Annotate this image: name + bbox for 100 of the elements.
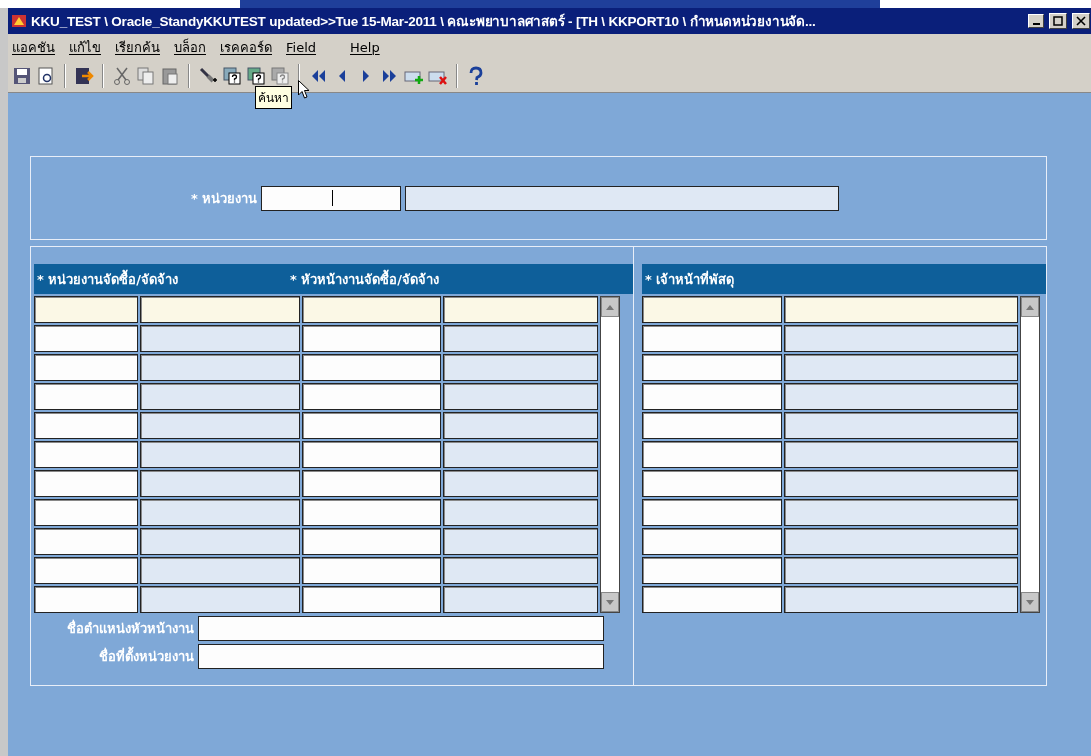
selected-record-row[interactable] <box>642 296 1018 323</box>
print-preview-icon[interactable] <box>36 66 56 86</box>
record-row[interactable] <box>34 412 598 439</box>
execute-query-icon[interactable] <box>246 66 266 86</box>
description-field[interactable] <box>140 412 300 439</box>
record-row[interactable] <box>642 412 1018 439</box>
description-field[interactable] <box>443 586 598 613</box>
maximize-button[interactable] <box>1049 13 1067 29</box>
menu-item[interactable]: เรคคอร์ด <box>220 36 272 58</box>
record-row[interactable] <box>642 325 1018 352</box>
code-field[interactable] <box>642 499 782 526</box>
selected-record-row[interactable] <box>34 296 598 323</box>
description-field[interactable] <box>140 296 300 323</box>
record-row[interactable] <box>34 557 598 584</box>
code-field[interactable] <box>642 441 782 468</box>
scroll-up-button[interactable] <box>1021 297 1039 317</box>
record-row[interactable] <box>642 586 1018 613</box>
code-field[interactable] <box>34 499 138 526</box>
code-field[interactable] <box>34 412 138 439</box>
record-row[interactable] <box>642 470 1018 497</box>
query-icon[interactable] <box>222 66 242 86</box>
unit-name-field[interactable] <box>405 185 840 211</box>
description-field[interactable] <box>443 470 598 497</box>
description-field[interactable] <box>784 499 1018 526</box>
code-field[interactable] <box>642 470 782 497</box>
description-field[interactable] <box>140 528 300 555</box>
code-field[interactable] <box>34 296 138 323</box>
record-row[interactable] <box>34 586 598 613</box>
code-field[interactable] <box>302 325 441 352</box>
description-field[interactable] <box>784 325 1018 352</box>
record-row[interactable] <box>34 325 598 352</box>
code-field[interactable] <box>302 412 441 439</box>
description-field[interactable] <box>443 557 598 584</box>
description-field[interactable] <box>784 557 1018 584</box>
code-field[interactable] <box>642 528 782 555</box>
code-field[interactable] <box>34 470 138 497</box>
text-field[interactable] <box>198 616 604 641</box>
code-field[interactable] <box>34 383 138 410</box>
description-field[interactable] <box>443 296 598 323</box>
menu-item[interactable]: Field <box>286 39 316 55</box>
code-field[interactable] <box>302 470 441 497</box>
description-field[interactable] <box>784 296 1018 323</box>
code-field[interactable] <box>34 354 138 381</box>
scroll-down-button[interactable] <box>1021 592 1039 612</box>
description-field[interactable] <box>784 470 1018 497</box>
description-field[interactable] <box>140 470 300 497</box>
menu-item[interactable]: แก้ไข <box>69 36 101 58</box>
description-field[interactable] <box>140 354 300 381</box>
record-row[interactable] <box>34 470 598 497</box>
record-row[interactable] <box>34 441 598 468</box>
code-field[interactable] <box>34 325 138 352</box>
text-field[interactable] <box>198 644 604 669</box>
menu-item[interactable]: แอคชัน <box>12 36 55 58</box>
scroll-up-button[interactable] <box>601 297 619 317</box>
description-field[interactable] <box>784 441 1018 468</box>
description-field[interactable] <box>140 383 300 410</box>
code-field[interactable] <box>302 557 441 584</box>
minimize-button[interactable] <box>1028 14 1044 28</box>
record-row[interactable] <box>34 354 598 381</box>
code-field[interactable] <box>34 441 138 468</box>
code-field[interactable] <box>642 325 782 352</box>
scroll-down-button[interactable] <box>601 592 619 612</box>
description-field[interactable] <box>784 412 1018 439</box>
code-field[interactable] <box>302 354 441 381</box>
description-field[interactable] <box>443 383 598 410</box>
description-field[interactable] <box>443 412 598 439</box>
code-field[interactable] <box>642 383 782 410</box>
code-field[interactable] <box>302 441 441 468</box>
code-field[interactable] <box>302 499 441 526</box>
record-row[interactable] <box>642 528 1018 555</box>
record-row[interactable] <box>642 557 1018 584</box>
description-field[interactable] <box>443 441 598 468</box>
code-field[interactable] <box>302 528 441 555</box>
code-field[interactable] <box>642 296 782 323</box>
description-field[interactable] <box>140 557 300 584</box>
save-icon[interactable] <box>12 66 32 86</box>
close-button[interactable] <box>1072 13 1090 29</box>
menu-item[interactable]: เรียกค้น <box>115 36 160 58</box>
description-field[interactable] <box>140 441 300 468</box>
description-field[interactable] <box>140 586 300 613</box>
paste-icon[interactable] <box>160 66 180 86</box>
code-field[interactable] <box>642 354 782 381</box>
description-field[interactable] <box>443 354 598 381</box>
record-row[interactable] <box>34 528 598 555</box>
description-field[interactable] <box>443 499 598 526</box>
code-field[interactable] <box>34 528 138 555</box>
record-row[interactable] <box>34 383 598 410</box>
unit-code-field[interactable] <box>261 185 402 211</box>
code-field[interactable] <box>34 586 138 613</box>
scrollbar[interactable] <box>600 296 620 613</box>
description-field[interactable] <box>140 325 300 352</box>
cut-icon[interactable] <box>112 66 132 86</box>
code-field[interactable] <box>34 557 138 584</box>
copy-icon[interactable] <box>136 66 156 86</box>
record-row[interactable] <box>642 383 1018 410</box>
exit-icon[interactable] <box>74 66 94 86</box>
description-field[interactable] <box>443 528 598 555</box>
code-field[interactable] <box>642 557 782 584</box>
code-field[interactable] <box>642 412 782 439</box>
menu-item[interactable]: Help <box>350 39 380 55</box>
